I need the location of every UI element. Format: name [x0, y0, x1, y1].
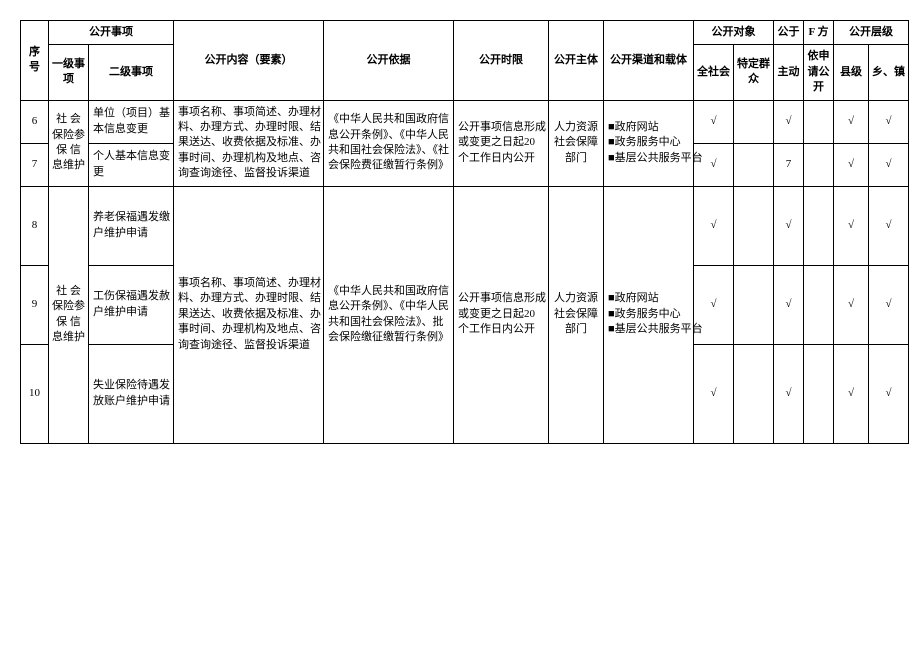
- cell-spec: [734, 143, 774, 186]
- cell-town: √: [869, 100, 909, 143]
- disclosure-table: 序 号 公开事项 公开内容（要素） 公开依据 公开时限 公开主体 公开渠道和载体…: [20, 20, 909, 444]
- cell-content: 事项名称、事项简述、办理材料、办理方式、办理时限、结果送达、收费依据及标准、办事…: [174, 100, 324, 186]
- table-header: 序 号 公开事项 公开内容（要素） 公开依据 公开时限 公开主体 公开渠道和载体…: [21, 21, 909, 101]
- cell-seq: 7: [21, 143, 49, 186]
- cell-seq: 8: [21, 186, 49, 265]
- header-content: 公开内容（要素）: [174, 21, 324, 101]
- cell-seq: 10: [21, 344, 49, 443]
- cell-active: √: [774, 265, 804, 344]
- header-method-b: F 方: [804, 21, 834, 45]
- cell-spec: [734, 344, 774, 443]
- header-specific: 特定群众: [734, 45, 774, 100]
- cell-apply: [804, 265, 834, 344]
- channel-item: ■基层公共服务平台: [606, 322, 691, 337]
- cell-town: √: [869, 344, 909, 443]
- cell-seq: 9: [21, 265, 49, 344]
- cell-spec: [734, 186, 774, 265]
- channel-item: ■基层公共服务平台: [606, 151, 691, 166]
- cell-all: √: [694, 186, 734, 265]
- cell-subject: 人力资源社会保障部门: [549, 186, 604, 443]
- cell-spec: [734, 100, 774, 143]
- cell-l1: 社 会 保险参 保 信息维护: [49, 100, 89, 186]
- table-row: 6 社 会 保险参 保 信息维护 单位（项目）基本信息变更 事项名称、事项简述、…: [21, 100, 909, 143]
- header-l2: 二级事项: [89, 45, 174, 100]
- channel-item: ■政务服务中心: [606, 307, 691, 322]
- cell-active: √: [774, 100, 804, 143]
- cell-all: √: [694, 143, 734, 186]
- cell-l2: 单位（项目）基本信息变更: [89, 100, 174, 143]
- cell-l2: 失业保险待遇发放账户维护申请: [89, 344, 174, 443]
- header-county: 县级: [834, 45, 869, 100]
- header-seq: 序 号: [21, 21, 49, 101]
- cell-town: √: [869, 143, 909, 186]
- cell-town: √: [869, 186, 909, 265]
- cell-county: √: [834, 186, 869, 265]
- channel-item: ■政府网站: [606, 120, 691, 135]
- table-row: 8 社 会 保险参 保 信息维护 养老保福遇发缴户维护申请 事项名称、事项简述、…: [21, 186, 909, 265]
- cell-apply: [804, 186, 834, 265]
- cell-spec: [734, 265, 774, 344]
- cell-county: √: [834, 143, 869, 186]
- cell-l1: 社 会 保险参 保 信息维护: [49, 186, 89, 443]
- cell-l2: 工伤保福遇发赦户维护申请: [89, 265, 174, 344]
- header-time: 公开时限: [454, 21, 549, 101]
- header-method-a: 公于: [774, 21, 804, 45]
- cell-active: √: [774, 186, 804, 265]
- cell-county: √: [834, 344, 869, 443]
- cell-apply: [804, 143, 834, 186]
- cell-channel: ■政府网站 ■政务服务中心 ■基层公共服务平台: [604, 186, 694, 443]
- cell-active: √: [774, 344, 804, 443]
- cell-l2: 养老保福遇发缴户维护申请: [89, 186, 174, 265]
- header-subject: 公开主体: [549, 21, 604, 101]
- table-body: 6 社 会 保险参 保 信息维护 单位（项目）基本信息变更 事项名称、事项简述、…: [21, 100, 909, 443]
- header-town: 乡、镇: [869, 45, 909, 100]
- header-l1: 一级事项: [49, 45, 89, 100]
- cell-subject: 人力资源社会保障部门: [549, 100, 604, 186]
- header-channel: 公开渠道和载体: [604, 21, 694, 101]
- cell-apply: [804, 100, 834, 143]
- channel-item: ■政务服务中心: [606, 135, 691, 150]
- cell-basis: 《中华人民共和国政府信息公开条例》、《中华人民共和国社会保险法》、批会保险缴征缴…: [324, 186, 454, 443]
- cell-active: 7: [774, 143, 804, 186]
- cell-all: √: [694, 344, 734, 443]
- header-target: 公开对象: [694, 21, 774, 45]
- header-matter: 公开事项: [49, 21, 174, 45]
- cell-basis: 《中华人民共和国政府信息公开条例》、《中华人民共和国社会保险法》、《社会保险费征…: [324, 100, 454, 186]
- header-basis: 公开依据: [324, 21, 454, 101]
- cell-channel: ■政府网站 ■政务服务中心 ■基层公共服务平台: [604, 100, 694, 186]
- cell-county: √: [834, 100, 869, 143]
- cell-county: √: [834, 265, 869, 344]
- header-level: 公开层级: [834, 21, 909, 45]
- header-apply: 依申请公开: [804, 45, 834, 100]
- cell-l2: 个人基本信息变更: [89, 143, 174, 186]
- cell-all: √: [694, 100, 734, 143]
- cell-time: 公开事项信息形成或变更之日起20 个工作日内公开: [454, 100, 549, 186]
- cell-apply: [804, 344, 834, 443]
- cell-town: √: [869, 265, 909, 344]
- cell-content: 事项名称、事项简述、办理材料、办理方式、办理时限、结果送达、收费依据及标准、办事…: [174, 186, 324, 443]
- header-active: 主动: [774, 45, 804, 100]
- channel-item: ■政府网站: [606, 291, 691, 306]
- cell-seq: 6: [21, 100, 49, 143]
- cell-time: 公开事项信息形成或变更之日起20 个工作日内公开: [454, 186, 549, 443]
- header-all: 全社会: [694, 45, 734, 100]
